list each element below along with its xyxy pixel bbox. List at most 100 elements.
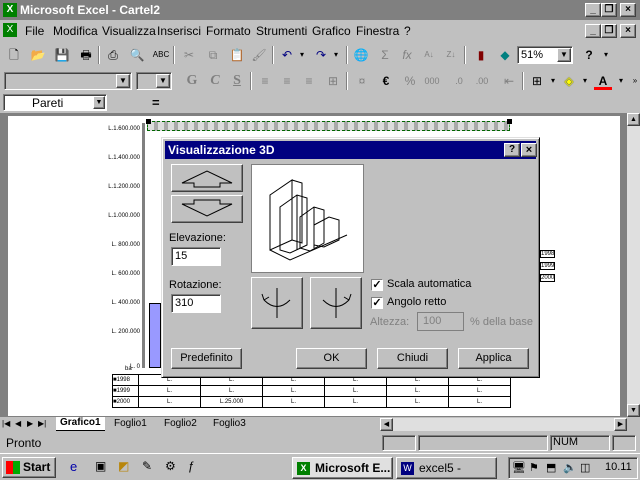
preview-icon[interactable]: 🔍 (128, 46, 146, 64)
help-icon[interactable]: ? (580, 46, 598, 64)
tab-next-icon[interactable]: ▶ (27, 419, 33, 428)
default-button[interactable]: Predefinito (171, 348, 242, 369)
scroll-left-icon[interactable]: ◀ (380, 418, 393, 431)
task-word[interactable]: W excel5 - Micro... (396, 457, 497, 479)
bar-1998[interactable] (149, 303, 161, 368)
redo-dropdown-icon[interactable]: ▾ (327, 46, 345, 64)
tab-foglio2[interactable]: Foglio2 (164, 418, 197, 429)
channels-icon[interactable]: ✎ (142, 459, 152, 473)
menu-file[interactable]: File (25, 24, 44, 38)
menu-formato[interactable]: Formato (206, 24, 251, 38)
tab-grafico1[interactable]: Grafico1 (56, 417, 105, 431)
close-button[interactable]: × (620, 3, 636, 17)
underline-button[interactable]: S (228, 72, 246, 90)
data-table[interactable]: ■1998 L. L. L. L. L. L. ■1999 L. L. L. L. L. L. ■200… (112, 374, 511, 408)
save-icon[interactable]: 💾 (53, 46, 71, 64)
cut-icon[interactable]: ✂ (180, 46, 198, 64)
document-icon[interactable]: X (3, 23, 17, 37)
volume-icon[interactable]: 🔈 (563, 461, 577, 474)
map-icon[interactable]: ◆ (496, 46, 514, 64)
sort-ascending-icon[interactable]: A↓ (420, 46, 438, 64)
selection-handle[interactable] (146, 119, 151, 124)
doc-close-button[interactable]: × (620, 24, 636, 38)
vertical-scrollbar[interactable]: ▲ ▼ (627, 113, 640, 417)
elevation-up-button[interactable] (171, 164, 243, 192)
help-dropdown-icon[interactable]: ▾ (597, 46, 615, 64)
rotate-left-button[interactable] (251, 277, 303, 329)
ql2-icon[interactable]: ƒ (188, 459, 195, 473)
format-painter-icon[interactable]: 🖌 (250, 46, 268, 64)
tray-icon[interactable]: ◫ (580, 461, 590, 474)
doc-minimize-button[interactable]: _ (585, 24, 601, 38)
thousands-icon[interactable]: 000 (423, 72, 441, 90)
font-select[interactable]: ▼ (4, 72, 132, 90)
excel-app-icon[interactable]: X (3, 3, 17, 17)
name-box-dropdown-icon[interactable]: ▼ (93, 96, 105, 109)
new-icon[interactable]: 🗋 (5, 46, 23, 64)
print-preview-icon[interactable]: 🖶 (77, 46, 95, 64)
apply-button[interactable]: Applica (458, 348, 529, 369)
decrease-indent-icon[interactable]: ⇤ (500, 72, 518, 90)
desktop-icon[interactable]: ▣ (95, 459, 106, 473)
scroll-down-icon[interactable]: ▼ (627, 404, 640, 417)
rotation-input[interactable]: 310 (171, 294, 221, 313)
ie-icon[interactable]: e (70, 459, 77, 474)
bold-button[interactable]: G (183, 72, 201, 90)
align-center-icon[interactable]: ≡ (278, 72, 296, 90)
menu-modifica[interactable]: Modifica (53, 24, 98, 38)
dialog-close-button[interactable]: × (521, 143, 537, 157)
elevation-input[interactable]: 15 (171, 247, 221, 266)
tab-foglio3[interactable]: Foglio3 (213, 418, 246, 429)
percent-icon[interactable]: % (401, 72, 419, 90)
function-icon[interactable]: fx (398, 46, 416, 64)
doc-restore-button[interactable]: ❐ (601, 24, 617, 38)
tab-last-icon[interactable]: ▶| (38, 419, 46, 428)
menu-visualizza[interactable]: Visualizza (102, 24, 156, 38)
right-angle-checkbox[interactable]: ✓ (371, 297, 383, 309)
font-dropdown-icon[interactable]: ▼ (116, 74, 130, 88)
task-excel[interactable]: X Microsoft E... (292, 457, 393, 479)
tray-icon[interactable]: ⚑ (529, 461, 539, 474)
right-angle-label[interactable]: Angolo retto (387, 296, 446, 308)
font-size-dropdown-icon[interactable]: ▼ (156, 74, 170, 88)
menu-inserisci[interactable]: Inserisci (157, 24, 201, 38)
font-color-icon[interactable]: A (594, 72, 612, 90)
decrease-decimal-icon[interactable]: .00 (473, 72, 491, 90)
chart-back-wall[interactable] (147, 121, 510, 131)
start-button[interactable]: Start (2, 457, 56, 478)
ql-icon[interactable]: ⚙ (165, 459, 176, 473)
currency-icon[interactable]: ¤ (353, 72, 371, 90)
tab-foglio1[interactable]: Foglio1 (114, 418, 147, 429)
menu-grafico[interactable]: Grafico (312, 24, 351, 38)
name-box[interactable]: Pareti ▼ (3, 94, 107, 111)
restore-button[interactable]: ❐ (601, 3, 617, 17)
scroll-up-icon[interactable]: ▲ (627, 113, 640, 126)
copy-icon[interactable]: ⧉ (204, 46, 222, 64)
zoom-dropdown-icon[interactable]: ▼ (557, 48, 571, 62)
italic-button[interactable]: C (206, 72, 224, 90)
tray-icon[interactable]: 🖥 (512, 461, 526, 474)
ok-button[interactable]: OK (296, 348, 367, 369)
chart-wizard-icon[interactable]: ▮ (472, 46, 490, 64)
spelling-icon[interactable]: ABC (152, 46, 170, 64)
print-icon[interactable]: ⎙ (104, 46, 122, 64)
rotate-right-button[interactable] (310, 277, 362, 329)
merge-center-icon[interactable]: ⊞ (324, 72, 342, 90)
scroll-right-icon[interactable]: ▶ (614, 418, 627, 431)
auto-scale-label[interactable]: Scala automatica (387, 278, 471, 290)
auto-scale-checkbox[interactable]: ✓ (371, 279, 383, 291)
elevation-down-button[interactable] (171, 195, 243, 223)
euro-icon[interactable]: € (377, 72, 395, 90)
menu-finestra[interactable]: Finestra (356, 24, 399, 38)
explorer-icon[interactable]: ◩ (118, 459, 129, 473)
undo-dropdown-icon[interactable]: ▾ (293, 46, 311, 64)
tab-prev-icon[interactable]: ◀ (15, 419, 21, 428)
toolbar-more-icon[interactable]: » (626, 72, 640, 90)
hyperlink-icon[interactable]: 🌐 (352, 46, 370, 64)
menu-strumenti[interactable]: Strumenti (256, 24, 307, 38)
increase-decimal-icon[interactable]: .0 (450, 72, 468, 90)
horizontal-scrollbar[interactable]: ◀ ▶ (380, 418, 627, 431)
fill-dropdown-icon[interactable]: ▾ (576, 72, 594, 90)
tray-icon[interactable]: ⬒ (546, 461, 556, 474)
clock[interactable]: 10.11 (605, 461, 632, 473)
